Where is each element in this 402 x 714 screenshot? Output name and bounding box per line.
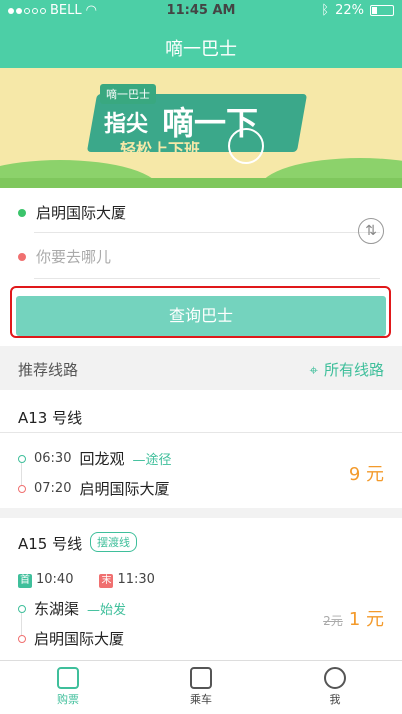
- stop-time: 06:30: [34, 451, 72, 466]
- banner-brand: 嘀一巴士: [100, 84, 156, 104]
- stop-name: 东湖渠: [34, 600, 80, 618]
- divider: [34, 278, 380, 279]
- swap-icon: ⇅: [365, 223, 377, 239]
- recommended-title: 推荐线路: [18, 361, 79, 379]
- highlight-outline: [10, 286, 391, 338]
- battery-icon: [370, 5, 394, 16]
- status-bar: BELL ◠ 11:45 AM ᛒ 22%: [0, 0, 402, 22]
- all-routes-label: 所有线路: [323, 361, 384, 379]
- route-card[interactable]: A15 号线 摆渡线 首 10:40 末 11:30 东湖渠 —始发 启明国际大厦 …: [0, 518, 402, 660]
- first-badge: 首: [18, 574, 32, 588]
- route-card[interactable]: A13 号线 06:30 回龙观 —途径 07:20 启明国际大厦 9 元: [0, 390, 402, 508]
- tab-label: 乘车: [190, 693, 212, 706]
- route-price: 2元 1 元: [323, 605, 384, 631]
- stop-time: 07:20: [34, 481, 72, 496]
- stop-note: —途径: [132, 453, 172, 468]
- all-routes-link[interactable]: ⌖ 所有线路: [310, 359, 384, 380]
- promo-banner[interactable]: 嘀一巴士 指尖 嘀一下 轻松上下班: [0, 68, 402, 188]
- to-placeholder: 你要去哪儿: [36, 248, 112, 266]
- stop-marker-icon: [18, 604, 26, 613]
- route-tag: 摆渡线: [90, 532, 137, 552]
- last-badge: 末: [99, 574, 114, 588]
- battery-percent: 22%: [335, 3, 364, 18]
- banner-line1: 指尖: [104, 112, 149, 137]
- stop-name: 回龙观: [79, 450, 125, 468]
- route-name: A13 号线: [18, 409, 83, 427]
- tap-hand-icon: [228, 128, 264, 164]
- first-time: 10:40: [36, 572, 74, 587]
- status-right: ᛒ 22%: [321, 3, 394, 18]
- location-pin-icon: ⌖: [309, 360, 318, 379]
- bus-icon: [190, 667, 212, 689]
- bottom-tab-bar: 购票 乘车 我: [0, 660, 402, 714]
- tab-buy-ticket[interactable]: 购票: [38, 667, 98, 707]
- battery-fill: [372, 7, 377, 14]
- route-stop: 启明国际大厦: [18, 628, 124, 649]
- to-field[interactable]: 你要去哪儿: [18, 246, 111, 267]
- bluetooth-icon: ᛒ: [321, 3, 330, 18]
- recommended-header: 推荐线路 ⌖ 所有线路: [0, 346, 402, 390]
- tab-ride[interactable]: 乘车: [171, 667, 231, 707]
- stop-marker-icon: [18, 484, 26, 493]
- tab-label: 购票: [57, 693, 79, 706]
- stop-note-text: 始发: [100, 603, 127, 618]
- banner-ground: [0, 178, 402, 188]
- stop-name: 启明国际大厦: [79, 480, 170, 498]
- stop-note: —始发: [87, 603, 127, 618]
- origin-dot-icon: [18, 208, 26, 217]
- stop-note-text: 途径: [145, 453, 172, 468]
- last-bus: 末 11:30: [99, 569, 155, 588]
- banner-line3: 轻松上下班: [120, 140, 201, 159]
- divider: [34, 232, 380, 233]
- original-price: 2元: [323, 614, 343, 628]
- stop-marker-icon: [18, 454, 26, 463]
- page-title: 嘀一巴士: [165, 39, 237, 60]
- route-stop: 东湖渠 —始发: [18, 598, 126, 619]
- route-stop: 07:20 启明国际大厦: [18, 478, 169, 499]
- ticket-icon: [57, 667, 79, 689]
- user-icon: [324, 667, 346, 689]
- stop-marker-icon: [18, 634, 26, 643]
- from-value: 启明国际大厦: [36, 204, 127, 222]
- swap-locations-button[interactable]: ⇅: [358, 218, 384, 244]
- stop-name: 启明国际大厦: [34, 630, 125, 648]
- tab-label: 我: [329, 693, 341, 706]
- route-price: 9 元: [348, 464, 384, 485]
- route-stop: 06:30 回龙观 —途径: [18, 448, 172, 469]
- from-field[interactable]: 启明国际大厦: [18, 202, 126, 223]
- divider: [0, 432, 402, 433]
- top-bar: BELL ◠ 11:45 AM ᛒ 22% 嘀一巴士: [0, 0, 402, 68]
- destination-dot-icon: [18, 252, 26, 261]
- route-schedule: 首 10:40 末 11:30: [18, 569, 155, 588]
- first-bus: 首 10:40: [18, 569, 73, 588]
- tab-me[interactable]: 我: [305, 667, 365, 707]
- current-price: 1 元: [348, 609, 384, 630]
- route-name: A15 号线: [18, 535, 83, 553]
- last-time: 11:30: [117, 572, 155, 587]
